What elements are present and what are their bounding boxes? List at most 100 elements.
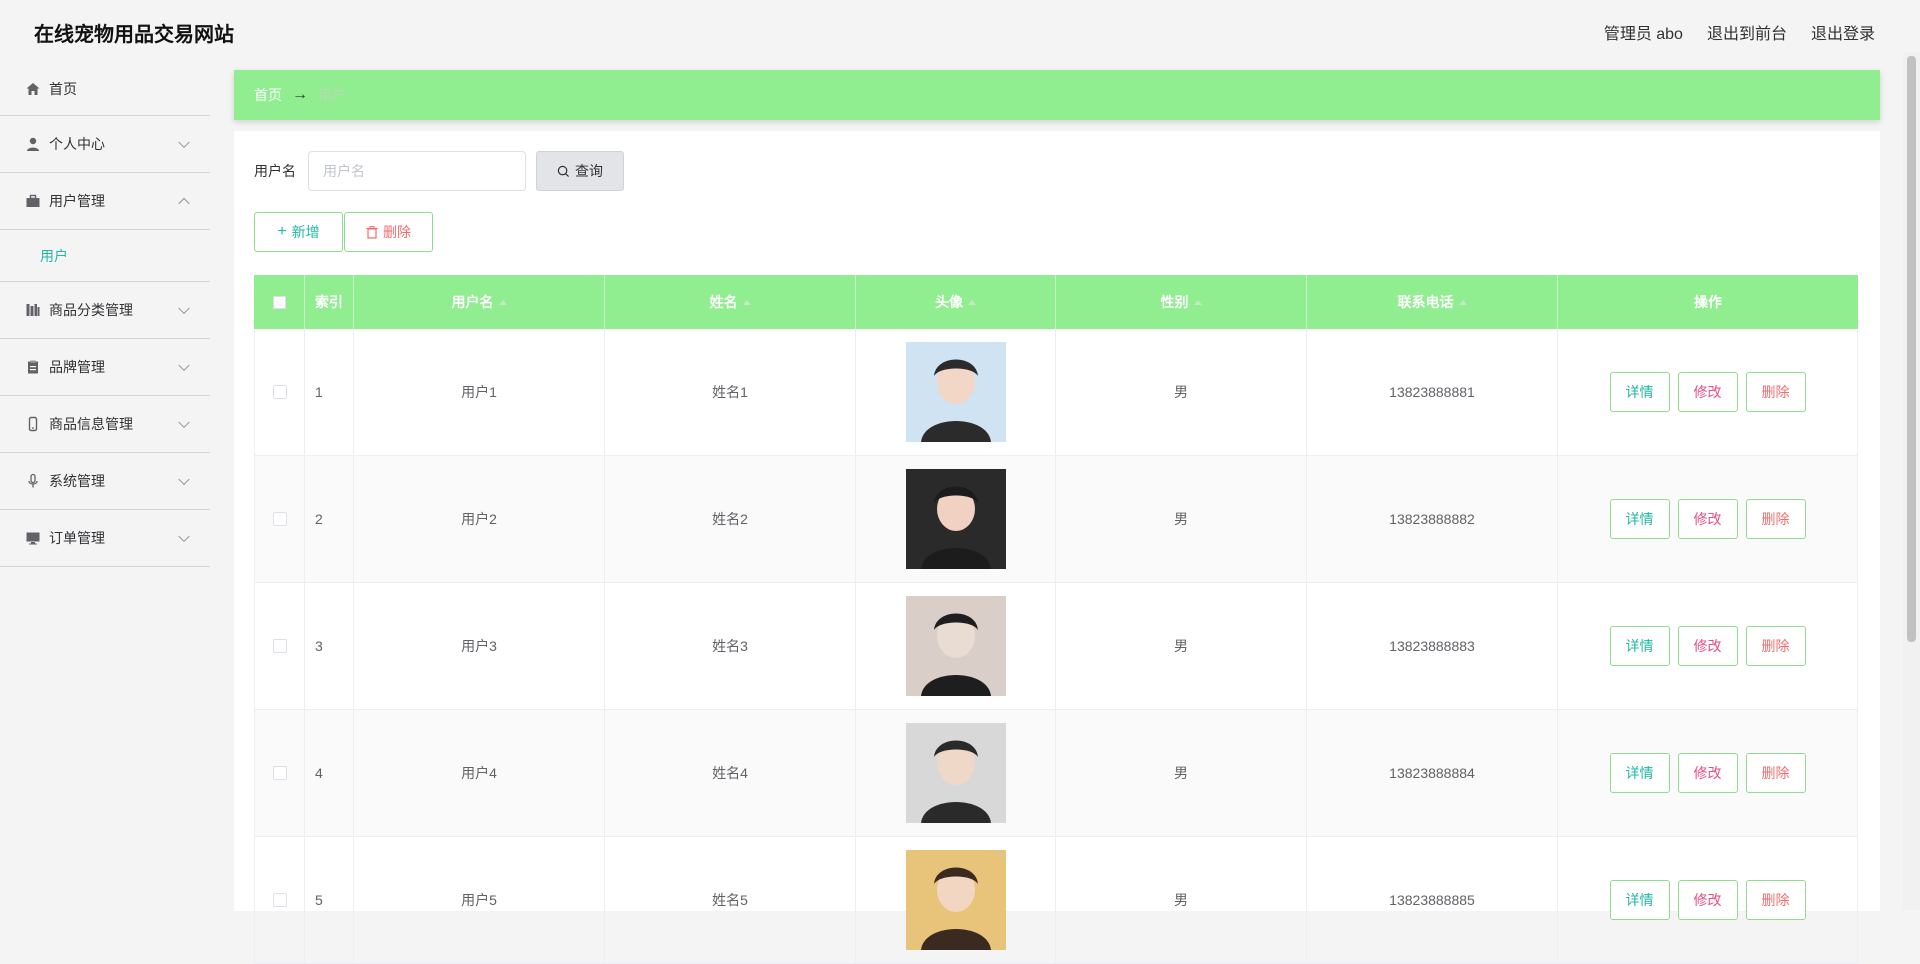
delete-button[interactable]: 删除	[1745, 626, 1806, 666]
delete-button[interactable]: 删除	[1745, 880, 1806, 920]
column-header-phone[interactable]: 联系电话	[1307, 275, 1558, 329]
index-cell: 5	[305, 837, 354, 963]
edit-button[interactable]: 修改	[1677, 753, 1738, 793]
username-search-input[interactable]: 用户名	[308, 151, 526, 191]
avatar-image[interactable]	[905, 469, 1006, 569]
avatar-image[interactable]	[905, 596, 1006, 696]
name-cell: 姓名5	[605, 837, 856, 963]
column-header-label: 联系电话	[1397, 294, 1454, 310]
microphone-icon	[28, 473, 38, 488]
sidebar-item-goods[interactable]: 商品信息管理	[0, 396, 210, 453]
detail-button[interactable]: 详情	[1609, 372, 1670, 412]
sort-icon	[742, 299, 751, 305]
avatar-cell	[856, 329, 1056, 455]
sidebar-item-label: 系统管理	[49, 473, 105, 489]
row-select-cell	[254, 456, 305, 582]
select-all-checkbox[interactable]	[272, 295, 286, 309]
phone-cell: 13823888884	[1307, 710, 1558, 836]
add-button[interactable]: + 新增	[254, 212, 343, 252]
page-scrollbar[interactable]	[1903, 52, 1920, 911]
delete-button[interactable]: 删除	[1745, 499, 1806, 539]
briefcase-icon	[26, 194, 40, 207]
breadcrumb-separator: →	[292, 86, 308, 103]
column-header-label: 用户名	[451, 294, 494, 310]
sort-icon	[1458, 299, 1467, 305]
detail-button[interactable]: 详情	[1609, 753, 1670, 793]
table-row: 4 用户4 姓名4 男 13823888884 详情 修改 删除	[254, 710, 1858, 837]
index-cell: 4	[305, 710, 354, 836]
avatar-image[interactable]	[905, 342, 1006, 442]
search-button[interactable]: 查询	[536, 151, 624, 191]
username-cell: 用户4	[354, 710, 605, 836]
select-all-cell	[254, 275, 305, 329]
sort-icon	[498, 299, 507, 305]
column-header-name[interactable]: 姓名	[605, 275, 856, 329]
sidebar-item-system[interactable]: 系统管理	[0, 453, 210, 510]
name-cell: 姓名2	[605, 456, 856, 582]
detail-button[interactable]: 详情	[1609, 880, 1670, 920]
row-checkbox[interactable]	[272, 766, 287, 780]
sidebar-item-category[interactable]: 商品分类管理	[0, 282, 210, 339]
edit-button[interactable]: 修改	[1677, 499, 1738, 539]
gender-cell: 男	[1056, 329, 1307, 455]
sidebar-subitem-user[interactable]: 用户	[0, 230, 210, 282]
logout-link[interactable]: 退出登录	[1811, 20, 1875, 44]
column-header-gender[interactable]: 性别	[1056, 275, 1307, 329]
actions-cell: 详情 修改 删除	[1558, 583, 1858, 709]
delete-button-label: 删除	[383, 224, 411, 240]
trash-icon	[366, 225, 378, 239]
sidebar-item-label: 用户管理	[49, 193, 105, 209]
edit-button[interactable]: 修改	[1677, 372, 1738, 412]
avatar-cell	[856, 456, 1056, 582]
sidebar-item-home[interactable]: 首页	[0, 62, 210, 116]
plus-icon: +	[277, 223, 287, 240]
sort-icon	[968, 299, 976, 305]
user-icon	[27, 137, 39, 151]
row-checkbox[interactable]	[272, 639, 287, 653]
name-value: 姓名1	[712, 384, 748, 400]
username-value: 用户5	[461, 892, 497, 908]
delete-button[interactable]: 删除	[1745, 753, 1806, 793]
username-value: 用户1	[461, 384, 497, 400]
scrollbar-thumb[interactable]	[1907, 56, 1916, 642]
sidebar-item-personal[interactable]: 个人中心	[0, 116, 210, 173]
chevron-down-icon	[178, 530, 190, 543]
edit-button[interactable]: 修改	[1677, 626, 1738, 666]
admin-label: 管理员 abo	[1603, 26, 1683, 43]
actions-cell: 详情 修改 删除	[1558, 329, 1858, 455]
avatar-image[interactable]	[905, 850, 1006, 950]
table-body: 1 用户1 姓名1 男 13823888881 详情 修改 删除 2 用户2 姓名2 男 1382388…	[254, 329, 1858, 964]
row-checkbox[interactable]	[272, 512, 287, 526]
batch-delete-button[interactable]: 删除	[344, 212, 433, 252]
clipboard-icon	[28, 360, 38, 374]
username-cell: 用户5	[354, 837, 605, 963]
detail-button[interactable]: 详情	[1609, 626, 1670, 666]
avatar-image[interactable]	[905, 723, 1006, 823]
sidebar-item-label: 品牌管理	[49, 359, 105, 375]
chevron-down-icon	[178, 359, 190, 372]
column-header-username[interactable]: 用户名	[354, 275, 605, 329]
gender-value: 男	[1174, 892, 1188, 908]
mobile-icon	[28, 416, 38, 432]
breadcrumb-home[interactable]: 首页	[254, 85, 282, 105]
sidebar-item-users[interactable]: 用户管理	[0, 173, 210, 230]
index-cell: 3	[305, 583, 354, 709]
phone-value: 13823888881	[1389, 384, 1475, 400]
detail-button[interactable]: 详情	[1609, 499, 1670, 539]
actions-cell: 详情 修改 删除	[1558, 710, 1858, 836]
edit-button[interactable]: 修改	[1677, 880, 1738, 920]
site-title: 在线宠物用品交易网站	[34, 24, 234, 46]
row-checkbox[interactable]	[272, 893, 287, 907]
sidebar-item-orders[interactable]: 订单管理	[0, 510, 210, 567]
sidebar-item-brand[interactable]: 品牌管理	[0, 339, 210, 396]
add-button-label: 新增	[291, 224, 320, 240]
column-header-avatar[interactable]: 头像	[856, 275, 1056, 329]
row-checkbox[interactable]	[272, 385, 287, 399]
actions-cell: 详情 修改 删除	[1558, 837, 1858, 963]
chevron-down-icon	[178, 136, 190, 149]
to-front-link[interactable]: 退出到前台	[1707, 20, 1787, 44]
column-header-actions: 操作	[1558, 275, 1858, 329]
phone-value: 13823888884	[1389, 765, 1475, 781]
delete-button[interactable]: 删除	[1745, 372, 1806, 412]
actions-cell: 详情 修改 删除	[1558, 456, 1858, 582]
